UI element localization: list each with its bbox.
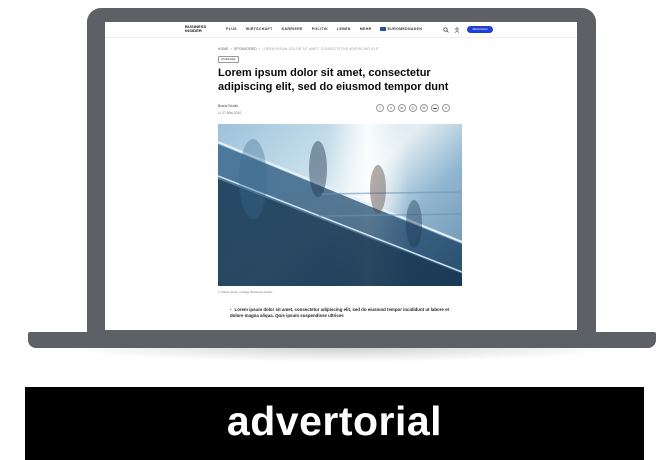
linkedin-icon[interactable]: in — [398, 104, 406, 112]
article-date-text: 27 Mai 2020 — [222, 111, 242, 115]
breadcrumb-separator: › — [258, 47, 261, 51]
breadcrumb-current: LOREM IPSUM DOLOR SIT AMET, CONSECTETUR … — [262, 47, 380, 51]
summary-bullet-text: Lorem ipsum dolor sit amet, consectetur … — [230, 307, 449, 318]
share-bar: f x in ◎ ✉ ▬ ∞ — [376, 104, 450, 112]
article-hero-image — [218, 124, 462, 286]
link-icon[interactable]: ∞ — [442, 104, 450, 112]
breadcrumb-sponsored[interactable]: SPONSORED — [234, 47, 257, 51]
nav-item-plus[interactable]: PLUS — [226, 27, 237, 31]
laptop-screen: BUSINESS INSIDER PLUS WIRTSCHAFT KARRIER… — [105, 22, 577, 330]
laptop-shadow — [60, 348, 624, 362]
nav-item-mehr[interactable]: MEHR — [360, 27, 372, 31]
nav-item-leben[interactable]: LEBEN — [337, 27, 351, 31]
nav-menu: PLUS WIRTSCHAFT KARRIERE POLITIK LEBEN M… — [226, 27, 422, 31]
image-caption: © Adobe Stock, Collage Business Insider — [218, 290, 273, 294]
logo-line-2: INSIDER — [185, 28, 202, 34]
user-icon[interactable] — [454, 27, 460, 33]
article-headline: Lorem ipsum dolor sit amet, consectetur … — [218, 67, 449, 93]
bullet-icon: • — [230, 307, 232, 312]
clock-icon: ◷ — [218, 111, 222, 115]
business-insider-logo[interactable]: BUSINESS INSIDER — [185, 24, 207, 34]
x-icon[interactable]: x — [387, 104, 395, 112]
nav-item-karriere[interactable]: KARRIERE — [282, 27, 303, 31]
laptop-base — [28, 332, 656, 348]
comment-icon[interactable]: ▬ — [431, 104, 439, 112]
breadcrumb-separator: › — [230, 47, 233, 51]
eu-flag-icon — [380, 27, 387, 31]
nav-item-wirtschaft[interactable]: WIRTSCHAFT — [246, 27, 273, 31]
site-navigation: BUSINESS INSIDER PLUS WIRTSCHAFT KARRIER… — [105, 22, 577, 38]
nav-item-euro-label: EUROMEDNAKEN — [387, 27, 423, 31]
nav-item-politik[interactable]: POLITIK — [312, 27, 328, 31]
subscribe-button[interactable]: Abonnieren — [467, 26, 493, 33]
mail-icon[interactable]: ✉ — [420, 104, 428, 112]
whatsapp-icon[interactable]: ◎ — [409, 104, 417, 112]
summary-bullet: • Lorem ipsum dolor sit amet, consectetur… — [230, 307, 455, 319]
search-icon[interactable] — [443, 27, 449, 33]
nav-item-euro[interactable]: EUROMEDNAKEN — [380, 27, 422, 31]
breadcrumb-home[interactable]: HOME — [218, 47, 229, 51]
advertorial-banner: advertorial — [25, 387, 644, 460]
escalator-photo-art — [218, 124, 462, 286]
article-date: ◷ 27 Mai 2020 — [218, 111, 241, 115]
sponsored-badge: ANZEIGE — [218, 56, 239, 63]
article-author[interactable]: Brand Studio — [218, 104, 238, 108]
breadcrumb: HOME › SPONSORED › LOREM IPSUM DOLOR SIT… — [218, 47, 379, 51]
facebook-icon[interactable]: f — [376, 104, 384, 112]
